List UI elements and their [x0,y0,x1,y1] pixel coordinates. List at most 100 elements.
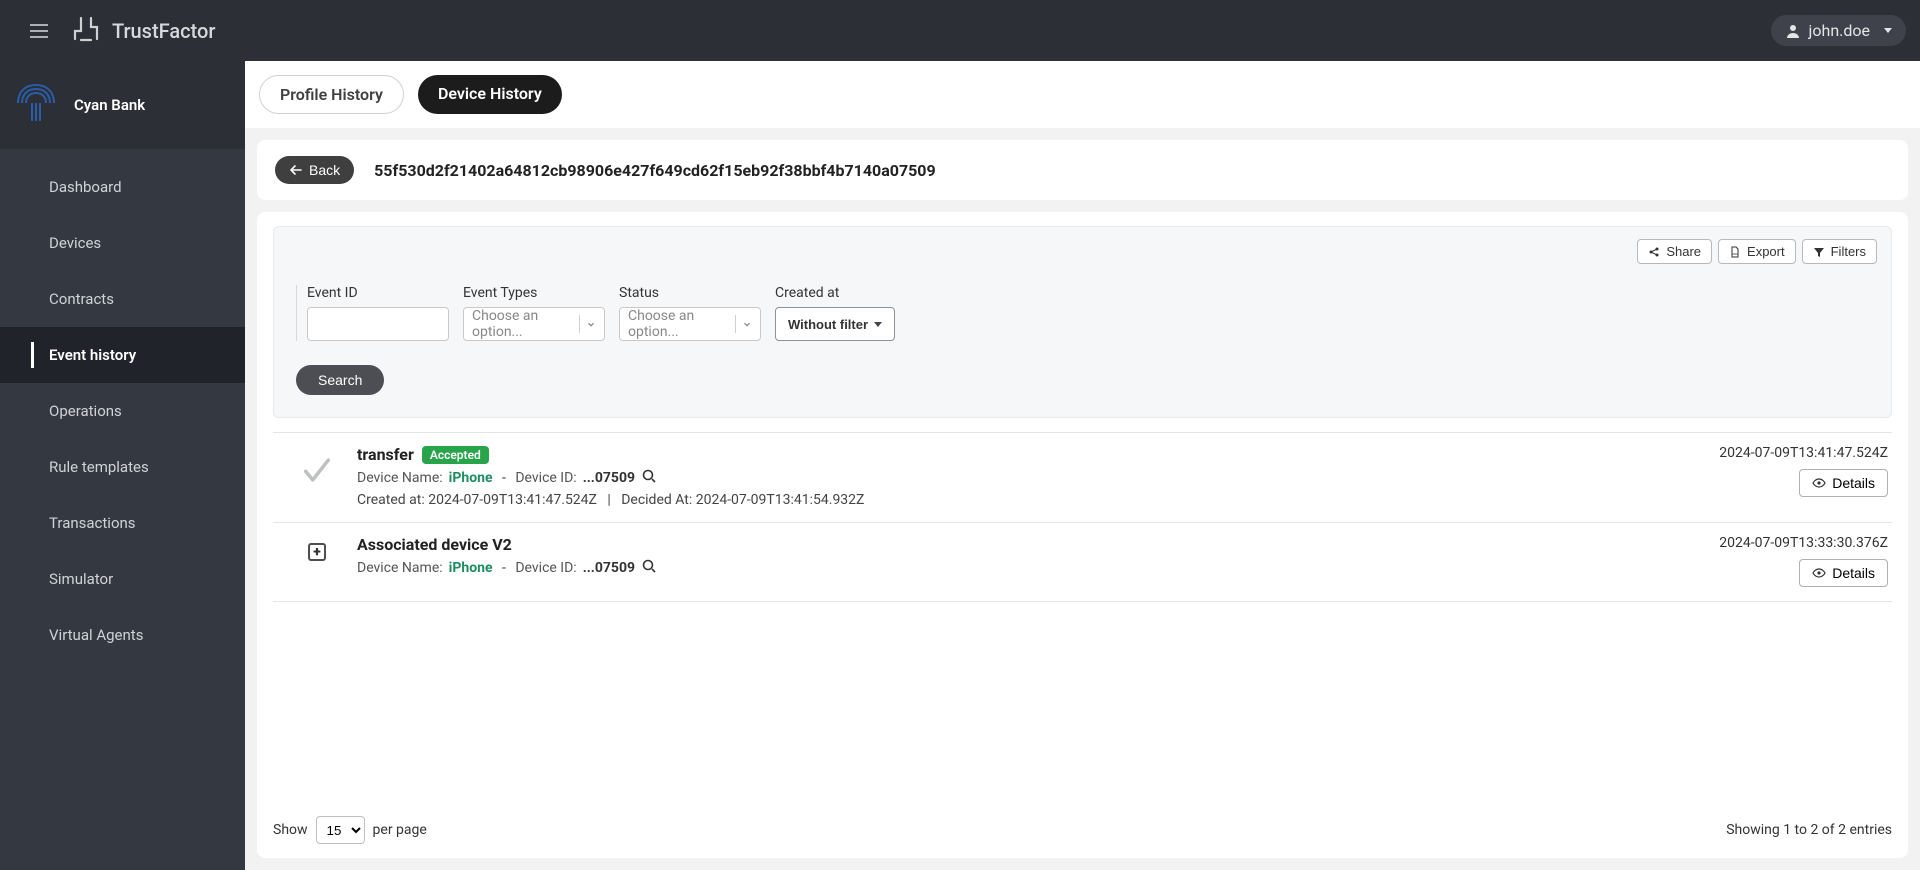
sidebar-item-virtual-agents[interactable]: Virtual Agents [0,607,245,663]
select-placeholder: Choose an option... [472,308,573,340]
device-id-search-button[interactable] [641,558,657,578]
org-logo-icon [12,79,60,131]
status-select[interactable]: Choose an option... [619,307,761,341]
eye-icon [1812,566,1826,580]
created-at-label: Created at: [357,492,425,508]
device-id-search-button[interactable] [641,468,657,488]
status-badge: Accepted [422,446,489,464]
sidebar-item-event-history[interactable]: Event history [0,327,245,383]
back-label: Back [309,162,340,178]
details-button[interactable]: Details [1799,469,1888,497]
sidebar-item-simulator[interactable]: Simulator [0,551,245,607]
caret-down-icon [874,322,882,327]
button-label: Filters [1831,244,1866,259]
nav: Dashboard Devices Contracts Event histor… [0,149,245,663]
per-page-select[interactable]: 15 [316,816,365,844]
device-name-value: iPhone [449,470,493,486]
button-label: Details [1832,475,1875,491]
tab-device-history[interactable]: Device History [418,75,562,114]
eye-icon [1812,476,1826,490]
sidebar-item-label: Dashboard [49,178,122,196]
sidebar-item-label: Simulator [49,570,113,588]
export-button[interactable]: csv Export [1718,239,1796,264]
sidebar-item-label: Virtual Agents [49,626,143,644]
plus-box-icon: + [308,543,326,561]
person-icon [1785,23,1801,39]
device-id-short: ...07509 [583,560,635,576]
event-types-select[interactable]: Choose an option... [463,307,605,341]
filter-icon [1813,246,1825,258]
file-csv-icon: csv [1729,246,1741,258]
device-name-value: iPhone [449,560,493,576]
device-name-label: Device Name: [357,560,443,576]
breadcrumb-bar: Back 55f530d2f21402a64812cb98906e427f649… [257,140,1908,200]
details-button[interactable]: Details [1799,559,1888,587]
filter-label: Status [619,285,761,301]
sidebar-item-label: Transactions [49,514,136,532]
tabs-bar: Profile History Device History [245,61,1920,128]
event-timestamp: 2024-07-09T13:41:47.524Z [1719,445,1888,461]
filter-label: Event Types [463,285,605,301]
filter-label: Created at [775,285,895,301]
brand: TrustFactor [70,13,215,49]
created-at-value: 2024-07-09T13:41:47.524Z [428,492,597,508]
share-button[interactable]: Share [1637,239,1712,264]
sidebar-item-label: Operations [49,402,122,420]
filter-created-at: Created at Without filter [775,285,895,341]
device-id-label: Device ID: [515,560,576,576]
filters-button[interactable]: Filters [1802,239,1877,264]
show-label: Show [273,822,308,838]
user-menu[interactable]: john.doe [1771,15,1906,46]
pager: Show 15 per page Showing 1 to 2 of 2 ent… [273,798,1892,844]
magnifier-icon [641,468,657,484]
arrow-left-icon [289,163,303,177]
magnifier-icon [641,558,657,574]
tab-profile-history[interactable]: Profile History [259,75,404,114]
device-id-short: ...07509 [583,470,635,486]
check-icon [300,453,334,487]
main: Profile History Device History Back 55f5… [245,61,1920,870]
event-id-input[interactable] [307,307,449,341]
button-label: Export [1747,244,1785,259]
menu-toggle[interactable] [24,18,54,44]
sidebar-item-contracts[interactable]: Contracts [0,271,245,327]
sidebar-item-devices[interactable]: Devices [0,215,245,271]
event-list: transfer Accepted Device Name: iPhone - … [273,432,1892,602]
org-block: Cyan Bank [0,61,245,149]
device-name-label: Device Name: [357,470,443,486]
back-button[interactable]: Back [275,156,354,184]
tab-label: Profile History [280,85,383,104]
brand-name: TrustFactor [112,19,215,43]
filter-label: Event ID [307,285,449,301]
search-button[interactable]: Search [296,365,384,395]
event-title: Associated device V2 [357,535,512,554]
chevron-down-icon [1884,28,1892,33]
event-timestamp: 2024-07-09T13:33:30.376Z [1719,535,1888,551]
device-id-full: 55f530d2f21402a64812cb98906e427f649cd62f… [374,161,936,180]
button-label: Search [318,372,362,388]
sidebar: Cyan Bank Dashboard Devices Contracts Ev… [0,61,245,870]
chevron-down-icon [586,318,596,330]
share-icon [1648,246,1660,258]
brand-logo-icon [70,13,102,49]
sidebar-item-rule-templates[interactable]: Rule templates [0,439,245,495]
filter-block: Share csv Export Filters [273,226,1892,418]
user-name: john.doe [1809,21,1870,40]
device-id-label: Device ID: [515,470,576,486]
filter-status: Status Choose an option... [619,285,761,341]
event-row: transfer Accepted Device Name: iPhone - … [273,433,1892,523]
event-title: transfer [357,445,414,464]
sidebar-item-label: Rule templates [49,458,149,476]
decided-at-label: Decided At: [621,492,692,508]
chevron-down-icon [742,318,752,330]
button-label: Without filter [788,317,868,332]
button-label: Share [1666,244,1701,259]
sidebar-item-transactions[interactable]: Transactions [0,495,245,551]
sidebar-item-operations[interactable]: Operations [0,383,245,439]
created-at-filter-button[interactable]: Without filter [775,307,895,341]
sidebar-item-dashboard[interactable]: Dashboard [0,159,245,215]
filter-event-types: Event Types Choose an option... [463,285,605,341]
org-name: Cyan Bank [74,96,145,114]
results-panel: Share csv Export Filters [257,212,1908,858]
sidebar-item-label: Devices [49,234,101,252]
